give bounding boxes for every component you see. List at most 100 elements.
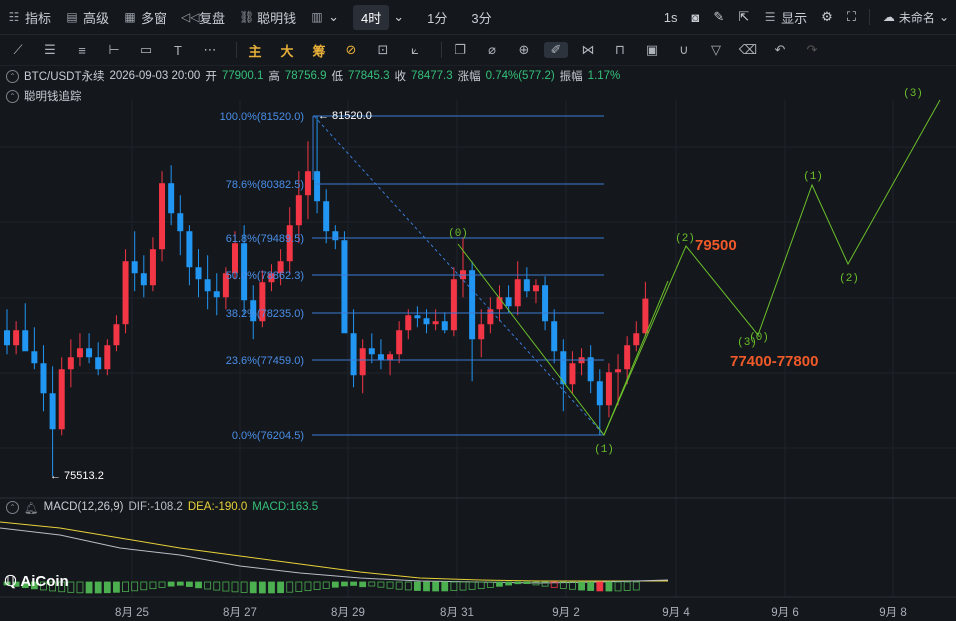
candle-body [350,333,357,376]
candle-body [432,321,439,325]
macd-histogram-bar [258,581,266,594]
macd-histogram-bar [167,581,175,587]
candle-body [469,270,476,340]
candle-body [122,261,129,325]
candle-body [49,393,56,430]
candle-body [140,273,147,286]
macd-histogram-bar [596,581,604,592]
candle-body [569,363,576,385]
macd-histogram-bar [304,581,312,592]
x-tick: 8月 27 [223,607,257,619]
macd-histogram-bar [578,581,585,591]
candle-body [505,297,512,307]
macd-histogram-bar [377,581,385,588]
macd-histogram-bar [231,581,239,593]
macd-histogram-bar [514,581,522,585]
macd-histogram-bar [605,581,613,592]
candle-body [605,372,612,406]
macd-histogram-bar [450,581,458,592]
candle-body [76,348,83,358]
fib-level-label: 38.2%(78235.0) [226,308,304,320]
dea-value: DEA:-190.0 [187,501,248,513]
wave-label: (3) [903,88,923,100]
wave-label: (2) [675,233,695,245]
macd-histogram-bar [569,581,576,590]
candle-body [487,309,494,325]
candle-body [368,348,375,355]
candlesticks [4,116,649,477]
candle-body [314,171,321,202]
candle-body [633,333,640,346]
dea-line [0,521,668,582]
candle-body [615,369,622,373]
candle-body [551,321,558,352]
macd-histogram-bar [432,581,440,592]
candle-body [396,330,403,355]
collapse-icon[interactable]: ⌃ [6,501,19,514]
candle-body [58,369,65,430]
dif-line [0,527,669,584]
macd-histogram-bar [94,581,102,594]
candle-body [441,321,448,331]
wave-path[interactable] [457,99,941,436]
candle-body [113,324,120,346]
macd-histogram-bar [131,581,139,592]
candle-body [159,183,166,250]
macd-histogram-bar [331,581,339,588]
candle-body [532,285,539,292]
x-tick: 9月 2 [552,607,580,619]
target-zone-label: 77400-77800 [730,353,818,370]
macd-histogram-bar [322,581,330,589]
candle-body [149,249,156,286]
macd-histogram-bar [176,581,184,586]
macd-histogram-bar [359,581,367,588]
macd-histogram-bar [386,581,394,589]
macd-histogram-bar [240,581,248,593]
candle-body [587,357,594,382]
macd-histogram-bar [268,581,275,594]
macd-histogram-bar [468,581,476,590]
candle-body [304,171,311,196]
macd-histogram-bar [295,581,303,592]
candle-body [323,201,330,232]
logo-icon: ℚ [4,573,17,590]
candle-body [22,330,29,352]
macd-histogram-bar [423,581,430,592]
macd-histogram-bar [505,581,513,586]
macd-name: MACD(12,26,9) [43,501,124,513]
macd-histogram-bar [103,581,111,594]
macd-histogram-bar [486,581,494,588]
x-tick: 8月 25 [115,607,149,619]
target-up-label: 79500 [695,237,737,254]
macd-histogram-bar [587,581,595,591]
candle-body [478,324,485,340]
macd-histogram-bar [395,581,403,590]
candle-body [377,354,384,361]
candle-body [232,243,238,274]
macd-histogram-bar [158,581,166,588]
fib-level-label: 78.6%(80382.5) [226,179,304,191]
high-marker: ← 81520.0 [318,110,372,122]
macd-histogram-bar [341,581,348,587]
macd-histogram-bar [122,581,129,593]
x-tick: 8月 29 [331,607,365,619]
aicoin-logo: ℚ AiCoin [4,573,69,590]
macd-histogram-bar [523,581,531,585]
macd-histogram-bar [477,581,485,589]
fib-level-label: 61.8%(79489.5) [226,233,304,245]
price-chart[interactable]: 100.0%(81520.0) 78.6%(80382.5) 61.8%(79489… [0,0,956,621]
macd-histogram-bar [204,581,212,590]
macd-legend: ⌃ 🔔︎ MACD(12,26,9) DIF:-108.2 DEA:-190.0… [6,501,318,515]
candle-body [4,330,10,346]
macd-histogram-bar [632,581,640,591]
candle-body [642,298,649,334]
wave-label: (3) [737,337,757,349]
candle-body [450,279,457,331]
candle-body [95,357,102,370]
candle-body [195,267,202,280]
macd-histogram-bar [286,581,294,593]
macd-histogram-bar [368,581,376,587]
candle-body [523,279,530,292]
fib-level-label: 50.0%(78862.3) [226,270,304,282]
bell-icon[interactable]: 🔔︎ [24,501,39,515]
